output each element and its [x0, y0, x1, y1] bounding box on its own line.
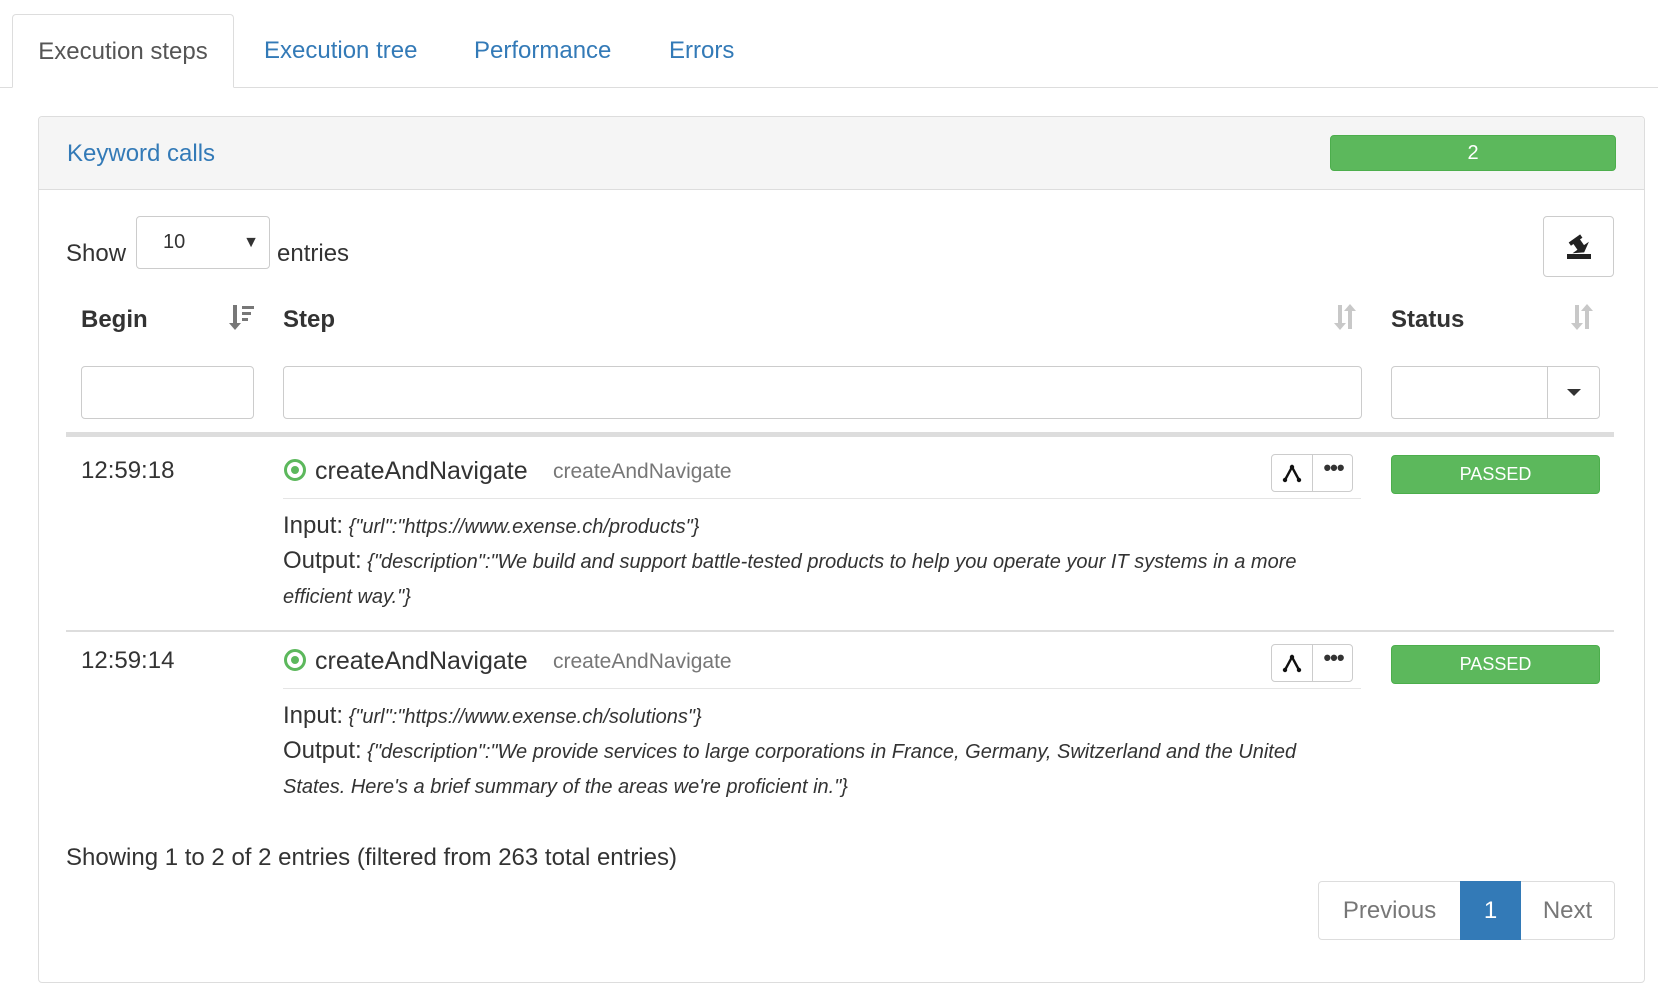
tree-button[interactable]	[1272, 455, 1313, 491]
begin-filter-input[interactable]	[81, 366, 254, 419]
step-key: createAndNavigate	[553, 460, 732, 483]
step-filter-input[interactable]	[283, 366, 1362, 419]
pagination: Previous 1 Next	[1318, 881, 1615, 940]
status-badge: PASSED	[1391, 455, 1600, 494]
more-button[interactable]: •••	[1313, 455, 1354, 491]
page-length-value: 10	[163, 231, 186, 253]
column-header-begin[interactable]: Begin	[81, 302, 148, 338]
circle-dot-icon	[284, 459, 306, 481]
status-badge: PASSED	[1391, 645, 1600, 684]
caret-down-icon: ▼	[243, 234, 259, 251]
step-output: Output: {"description":"We provide servi…	[283, 733, 1363, 805]
output-label: Output:	[283, 547, 362, 574]
circle-dot-icon	[284, 649, 306, 671]
table-header-divider	[66, 432, 1614, 437]
status-filter-dropdown-button[interactable]	[1547, 367, 1599, 418]
output-value: {"description":"We provide services to l…	[283, 741, 1297, 798]
step-input: Input: {"url":"https://www.exense.ch/sol…	[283, 698, 1363, 735]
row-divider	[66, 630, 1614, 632]
step-actions: •••	[1271, 644, 1353, 682]
tab-errors[interactable]: Errors	[641, 14, 762, 88]
next-page-button[interactable]: Next	[1520, 881, 1615, 940]
output-label: Output:	[283, 737, 362, 764]
row-begin-time: 12:59:18	[81, 457, 175, 484]
step-divider	[283, 688, 1361, 689]
input-value: {"url":"https://www.exense.ch/solutions"…	[348, 706, 702, 728]
tab-execution-steps[interactable]: Execution steps	[12, 14, 234, 88]
more-icon: •••	[1323, 645, 1344, 670]
tree-icon	[1282, 464, 1302, 483]
step-input: Input: {"url":"https://www.exense.ch/pro…	[283, 508, 1363, 545]
more-icon: •••	[1323, 455, 1344, 480]
count-progress-bar: 2	[1330, 135, 1616, 171]
more-button[interactable]: •••	[1313, 645, 1354, 681]
status-filter-select[interactable]	[1391, 366, 1600, 419]
step-actions: •••	[1271, 454, 1353, 492]
step-output: Output: {"description":"We build and sup…	[283, 543, 1363, 615]
page-length-select[interactable]: 10 ▼	[136, 216, 270, 269]
column-header-status[interactable]: Status	[1391, 302, 1464, 338]
step-key: createAndNavigate	[553, 650, 732, 673]
entries-label: entries	[277, 240, 350, 267]
column-header-step[interactable]: Step	[283, 302, 335, 338]
step-name[interactable]: createAndNavigate	[315, 453, 528, 489]
panel-title[interactable]: Keyword calls	[67, 117, 215, 190]
tab-execution-tree[interactable]: Execution tree	[236, 14, 445, 88]
input-value: {"url":"https://www.exense.ch/products"}	[348, 516, 700, 538]
previous-page-button[interactable]: Previous	[1318, 881, 1461, 940]
input-label: Input:	[283, 702, 344, 729]
export-button[interactable]	[1543, 216, 1614, 277]
input-label: Input:	[283, 512, 344, 539]
sort-desc-icon[interactable]	[228, 303, 256, 331]
step-divider	[283, 498, 1361, 499]
sort-icon[interactable]	[1570, 303, 1596, 331]
show-label: Show	[66, 240, 127, 267]
tab-bar: Execution steps Execution tree Performan…	[0, 0, 1658, 88]
tree-icon	[1282, 654, 1302, 673]
tree-button[interactable]	[1272, 645, 1313, 681]
export-icon	[1567, 234, 1591, 259]
page-1-button[interactable]: 1	[1460, 881, 1521, 940]
row-begin-time: 12:59:14	[81, 647, 175, 674]
caret-down-icon	[1567, 389, 1581, 396]
tab-performance[interactable]: Performance	[446, 14, 639, 88]
step-name[interactable]: createAndNavigate	[315, 643, 528, 679]
table-info: Showing 1 to 2 of 2 entries (filtered fr…	[66, 844, 677, 871]
sort-icon[interactable]	[1333, 303, 1359, 331]
panel-heading[interactable]: Keyword calls 2	[39, 117, 1644, 190]
output-value: {"description":"We build and support bat…	[283, 551, 1297, 608]
